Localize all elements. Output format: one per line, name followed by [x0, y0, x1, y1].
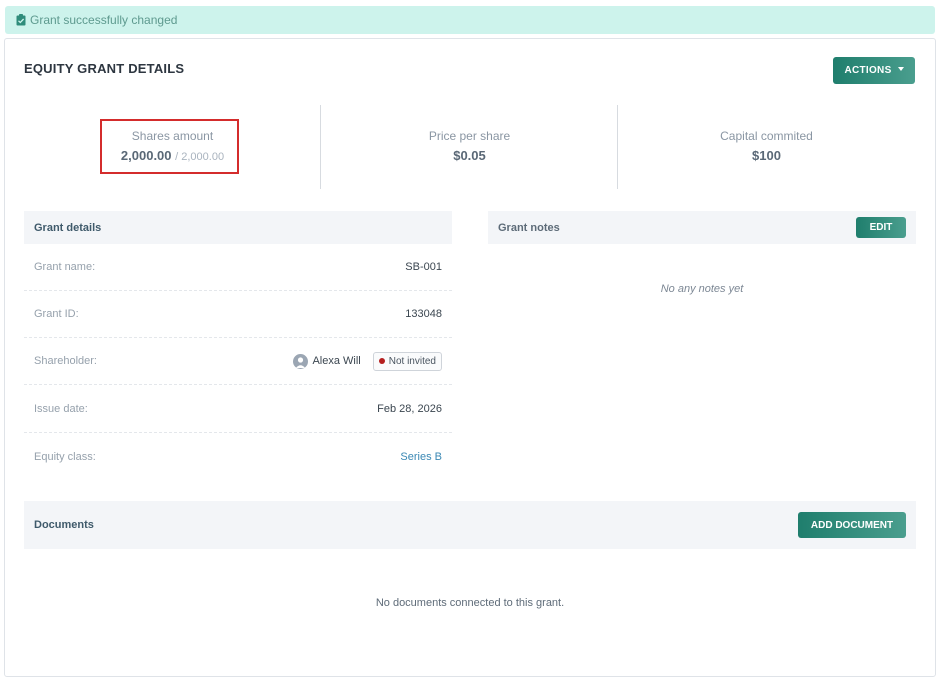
grant-details-title: Grant details	[34, 221, 102, 234]
stat-value: $0.05	[453, 148, 486, 163]
stat-price-per-share: Price per share $0.05	[321, 129, 618, 163]
detail-key: Grant ID:	[34, 308, 79, 320]
stat-value: $100	[752, 148, 781, 163]
actions-button[interactable]: ACTIONS	[833, 57, 915, 84]
no-notes-text: No any notes yet	[660, 283, 744, 295]
clipboard-check-icon	[16, 14, 26, 26]
detail-value: 133048	[405, 308, 442, 320]
alert-text: Grant successfully changed	[30, 13, 178, 27]
status-badge: Not invited	[372, 351, 442, 371]
documents-title: Documents	[34, 519, 94, 531]
shareholder-link[interactable]: Alexa Will	[312, 355, 360, 367]
add-document-button[interactable]: ADD DOCUMENT	[798, 512, 906, 538]
stat-label: Price per share	[428, 129, 511, 143]
grant-notes-header: Grant notes EDIT	[488, 211, 916, 244]
detail-key: Shareholder:	[34, 355, 97, 367]
detail-value: SB-001	[405, 261, 442, 273]
detail-key: Equity class:	[34, 450, 96, 463]
success-alert: Grant successfully changed	[5, 6, 935, 34]
detail-row-equity-class: Equity class: Series B	[24, 433, 452, 480]
highlight-box	[100, 119, 239, 174]
equity-class-link[interactable]: Series B	[400, 451, 442, 463]
status-badge-text: Not invited	[388, 355, 436, 367]
stat-capital-committed: Capital commited $100	[618, 129, 915, 163]
detail-row-shareholder: Shareholder: Alexa Will Not invited	[24, 338, 452, 385]
detail-key: Issue date:	[34, 403, 88, 415]
page-title: EQUITY GRANT DETAILS	[24, 61, 185, 76]
equity-grant-card: EQUITY GRANT DETAILS ACTIONS Shares amou…	[4, 38, 936, 677]
status-dot-icon	[378, 358, 385, 364]
documents-header: Documents ADD DOCUMENT	[24, 501, 916, 549]
edit-notes-button[interactable]: EDIT	[856, 217, 906, 238]
shareholder-info: Alexa Will Not invited	[293, 351, 442, 371]
caret-down-icon	[897, 66, 904, 71]
grant-details-header: Grant details	[24, 211, 452, 244]
stat-label: Capital commited	[720, 129, 813, 143]
detail-row-grant-id: Grant ID: 133048	[24, 291, 452, 338]
detail-key: Grant name:	[34, 261, 96, 273]
no-documents-text: No documents connected to this grant.	[375, 597, 565, 609]
detail-value: Feb 28, 2026	[377, 403, 442, 415]
avatar-icon	[293, 353, 309, 369]
actions-button-label: ACTIONS	[844, 65, 892, 76]
detail-row-grant-name: Grant name: SB-001	[24, 244, 452, 291]
grant-notes-title: Grant notes	[498, 221, 560, 234]
detail-row-issue-date: Issue date: Feb 28, 2026	[24, 386, 452, 433]
